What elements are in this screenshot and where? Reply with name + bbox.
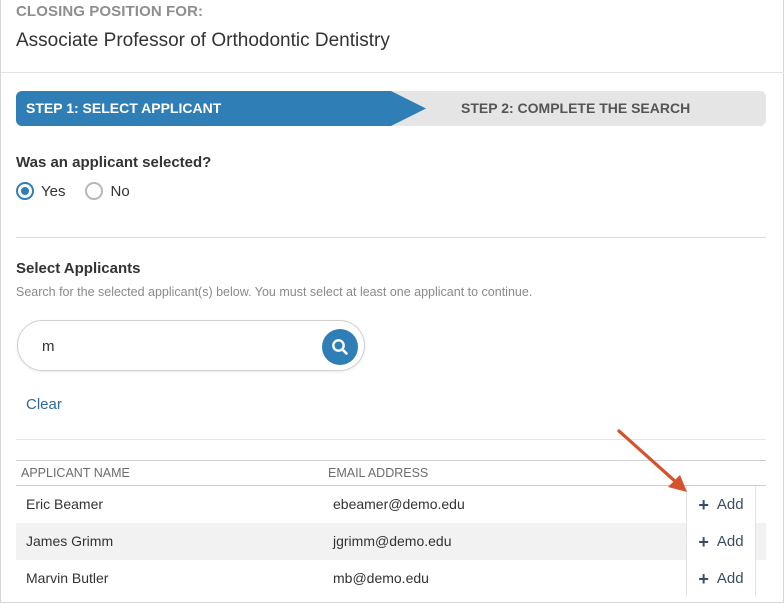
applicant-selected-question: Was an applicant selected? (16, 154, 212, 171)
table-row: James Grimm jgrimm@demo.edu + Add (16, 523, 766, 560)
no-radio-label[interactable]: No (110, 183, 129, 200)
plus-icon: + (698, 568, 709, 589)
search-button[interactable] (322, 329, 358, 365)
step-2-label[interactable]: STEP 2: COMPLETE THE SEARCH (461, 100, 690, 116)
add-applicant-button[interactable]: + Add (686, 523, 756, 560)
closing-position-panel: CLOSING POSITION FOR: Associate Professo… (0, 0, 784, 603)
yes-radio-label[interactable]: Yes (41, 183, 65, 200)
applicant-name: James Grimm (26, 533, 114, 549)
clear-link[interactable]: Clear (26, 396, 62, 413)
annotation-arrow-icon (617, 429, 687, 492)
applicant-email: jgrimm@demo.edu (333, 533, 452, 549)
no-radio[interactable] (85, 182, 104, 200)
step-1-label: STEP 1: SELECT APPLICANT (26, 100, 222, 116)
applicant-email: mb@demo.edu (333, 570, 429, 586)
applicant-email: ebeamer@demo.edu (333, 496, 465, 512)
applicant-name: Marvin Butler (26, 570, 109, 586)
email-address-header: EMAIL ADDRESS (328, 466, 429, 480)
add-label: Add (716, 533, 744, 550)
step-progress: STEP 1: SELECT APPLICANT STEP 2: COMPLET… (16, 91, 766, 126)
select-applicants-help: Search for the selected applicant(s) bel… (16, 285, 533, 299)
select-applicants-title: Select Applicants (16, 260, 141, 277)
position-title: Associate Professor of Orthodontic Denti… (16, 30, 390, 51)
add-applicant-button[interactable]: + Add (686, 486, 756, 523)
applicant-name: Eric Beamer (26, 496, 104, 512)
yes-radio[interactable] (16, 182, 34, 200)
section-divider (16, 237, 766, 238)
closing-position-kicker: CLOSING POSITION FOR: (16, 3, 204, 20)
search-icon (332, 339, 348, 355)
add-label: Add (716, 570, 744, 587)
header-divider (1, 72, 784, 73)
plus-icon: + (698, 494, 709, 515)
plus-icon: + (698, 531, 709, 552)
applicant-search-input[interactable] (42, 335, 312, 357)
add-applicant-button[interactable]: + Add (686, 560, 756, 597)
applicant-selected-radio-group: Yes No (16, 182, 150, 200)
table-row: Marvin Butler mb@demo.edu + Add (16, 560, 766, 597)
applicant-search-box (17, 320, 365, 371)
applicant-name-header: APPLICANT NAME (21, 466, 130, 480)
add-label: Add (716, 496, 744, 513)
